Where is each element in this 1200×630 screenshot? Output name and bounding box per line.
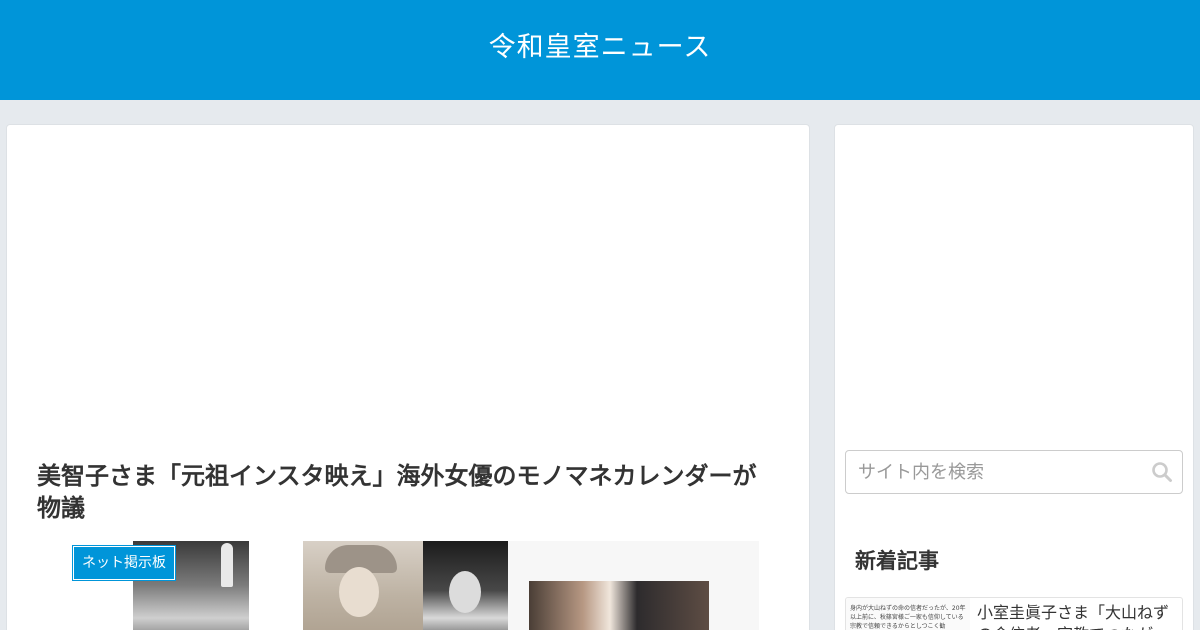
main-content: 美智子さま「元祖インスタ映え」海外女優のモノマネカレンダーが物議 ネット掲示板	[6, 124, 810, 630]
photo-woman-with-hat	[303, 541, 423, 630]
site-title[interactable]: 令和皇室ニュース	[489, 25, 712, 64]
entry-title-link[interactable]: 小室圭眞子さま「大山ねずの命信者…宗教でつなが	[977, 602, 1177, 630]
search-form	[845, 450, 1183, 494]
sidebar: 新着記事 身内が大山ねずの命の信者だったが、20年以上前に、秋篠宮様ご一家も信仰…	[834, 124, 1194, 630]
face-shape	[449, 571, 481, 613]
search-input[interactable]	[846, 451, 1136, 493]
entry-thumbnail: 身内が大山ねずの命の信者だったが、20年以上前に、秋篠宮様ご一家も信仰している宗…	[846, 598, 970, 630]
category-badge[interactable]: ネット掲示板	[73, 546, 175, 580]
search-button[interactable]	[1148, 459, 1176, 487]
search-icon	[1152, 461, 1172, 482]
face-shape	[339, 567, 379, 617]
new-entries-heading: 新着記事	[855, 549, 939, 573]
ad-space	[7, 125, 809, 445]
photo-couple	[529, 581, 709, 630]
site-header: 令和皇室ニュース	[0, 0, 1200, 100]
new-entry-card[interactable]: 身内が大山ねずの命の信者だったが、20年以上前に、秋篠宮様ご一家も信仰している宗…	[845, 597, 1183, 630]
article-title: 美智子さま「元祖インスタ映え」海外女優のモノマネカレンダーが物議	[37, 462, 757, 522]
photo-actress-portrait	[423, 541, 508, 630]
figure-shape	[221, 543, 233, 587]
